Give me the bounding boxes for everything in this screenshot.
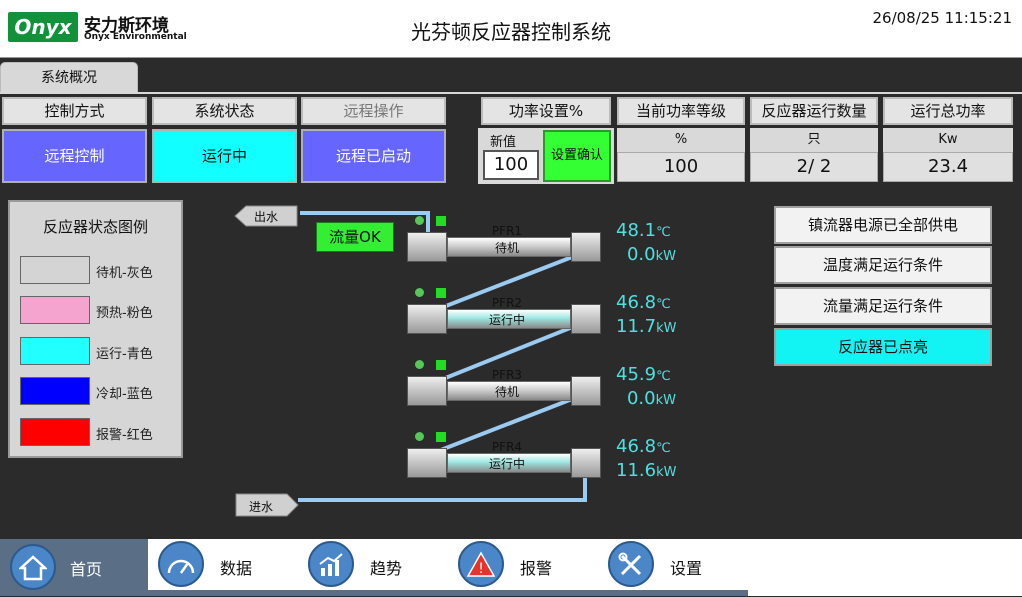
reactor-power-led — [415, 288, 424, 297]
reactor-temp: 46.8℃ — [616, 292, 671, 313]
nav-alarm-label: 报警 — [520, 559, 553, 578]
reactor-readings: 46.8℃ 11.7kW — [616, 292, 686, 348]
flow-status-badge: 流量OK — [316, 222, 394, 252]
reactor-power: 0.0kW — [626, 244, 676, 265]
nav-data-button[interactable]: 数据 — [158, 541, 298, 589]
reactor-readings: 48.1℃ 0.0kW — [616, 220, 686, 276]
reactor-state: 运行中 — [488, 457, 525, 471]
reactor-state: 待机 — [494, 241, 519, 255]
temp-unit: ℃ — [656, 441, 671, 456]
reactor-left-cap — [407, 376, 447, 406]
alarm-icon: ! — [458, 541, 504, 587]
reactor-status-led — [436, 432, 446, 442]
reactor-readings: 45.9℃ 0.0kW — [616, 364, 686, 420]
reactor-right-cap — [571, 448, 601, 478]
reactor-power: 11.7kW — [616, 316, 677, 337]
home-icon — [10, 544, 56, 590]
nav-underline — [148, 590, 748, 596]
reactor-name: PFR2 — [491, 296, 523, 310]
indicator-ballast-power: 镇流器电源已全部供电 — [774, 206, 992, 244]
trend-icon — [308, 541, 354, 587]
inlet-label: 进水 — [249, 500, 274, 514]
nav-settings-button[interactable]: 设置 — [608, 541, 748, 589]
temp-unit: ℃ — [656, 369, 671, 384]
reactor-temp: 45.9℃ — [616, 364, 671, 385]
reactor-state: 待机 — [494, 385, 519, 399]
tools-icon — [608, 541, 654, 587]
temp-unit: ℃ — [656, 297, 671, 312]
reactor-power: 11.6kW — [616, 460, 677, 481]
reactor-status-led — [436, 288, 446, 298]
svg-text:!: ! — [478, 561, 484, 577]
reactor-status-led — [436, 216, 446, 226]
nav-home-label: 首页 — [70, 560, 103, 579]
outlet-label: 出水 — [254, 210, 279, 224]
reactor-left-cap — [407, 448, 447, 478]
power-unit: kW — [656, 321, 677, 336]
reactor-right-cap — [571, 304, 601, 334]
reactor-name: PFR3 — [491, 368, 523, 382]
indicator-reactor-lit: 反应器已点亮 — [774, 328, 992, 366]
nav-trend-label: 趋势 — [370, 559, 403, 578]
reactor-left-cap — [407, 304, 447, 334]
nav-alarm-button[interactable]: ! 报警 — [458, 541, 598, 589]
reactor-name: PFR1 — [491, 224, 523, 238]
reactor-name: PFR4 — [491, 440, 523, 454]
nav-home-button[interactable]: 首页 — [0, 539, 148, 596]
reactor-state: 运行中 — [488, 313, 525, 327]
reactor-power-led — [415, 216, 424, 225]
power-unit: kW — [656, 465, 677, 480]
reactor-right-cap — [571, 376, 601, 406]
reactor-row[interactable]: PFR4 运行中 — [405, 432, 605, 482]
power-unit: kW — [655, 393, 676, 408]
reactor-power-led — [415, 360, 424, 369]
reactor-right-cap — [571, 232, 601, 262]
reactor-row[interactable]: PFR3 待机 — [405, 360, 605, 410]
gauge-icon — [158, 541, 204, 587]
nav-data-label: 数据 — [220, 559, 253, 578]
indicator-temperature-ok: 温度满足运行条件 — [774, 246, 992, 284]
nav-trend-button[interactable]: 趋势 — [308, 541, 448, 589]
reactor-row[interactable]: PFR1 待机 — [405, 216, 605, 266]
inlet-tag: 进水 — [235, 493, 299, 517]
nav-settings-label: 设置 — [670, 559, 703, 578]
indicator-flow-ok: 流量满足运行条件 — [774, 287, 992, 325]
reactor-power: 0.0kW — [626, 388, 676, 409]
temp-unit: ℃ — [656, 225, 671, 240]
reactor-readings: 46.8℃ 11.6kW — [616, 436, 686, 492]
reactor-status-led — [436, 360, 446, 370]
reactor-left-cap — [407, 232, 447, 262]
reactor-temp: 48.1℃ — [616, 220, 671, 241]
reactor-temp: 46.8℃ — [616, 436, 671, 457]
reactor-row[interactable]: PFR2 运行中 — [405, 288, 605, 338]
power-unit: kW — [655, 249, 676, 264]
outlet-tag: 出水 — [234, 205, 298, 227]
reactor-power-led — [415, 432, 424, 441]
